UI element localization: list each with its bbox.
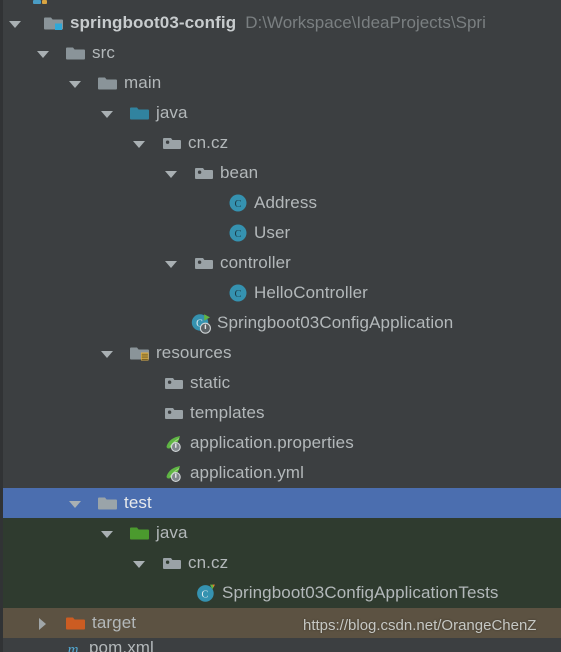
tree-row-label: main xyxy=(124,73,162,92)
tree-row-main[interactable]: main xyxy=(0,68,561,98)
tree-row-label: application.properties xyxy=(190,433,354,452)
folder-excluded-orange-icon xyxy=(65,612,87,634)
tree-row-label: cn.cz xyxy=(188,553,229,572)
tree-row-springboot03configapplicationtests[interactable]: C Springboot03ConfigApplicationTests xyxy=(0,578,561,608)
tree-row-java-test[interactable]: java xyxy=(0,518,561,548)
folder-test-green-icon xyxy=(129,522,151,544)
java-class-icon: C xyxy=(227,192,249,214)
tree-row-label: User xyxy=(254,223,291,242)
watermark-text: https://blog.csdn.net/OrangeChenZ xyxy=(303,617,537,634)
expand-arrow-down-icon[interactable] xyxy=(34,38,51,68)
package-icon xyxy=(161,552,183,574)
tree-row-application-properties[interactable]: application.properties xyxy=(0,428,561,458)
expand-arrow-down-icon[interactable] xyxy=(162,248,179,278)
tree-row-java-main[interactable]: java xyxy=(0,98,561,128)
maven-icon: m xyxy=(62,638,84,652)
tree-row-label: test xyxy=(124,493,152,512)
tree-row-label: java xyxy=(156,523,188,542)
tree-row-label: resources xyxy=(156,343,232,362)
tree-row-bean[interactable]: bean xyxy=(0,158,561,188)
expand-arrow-down-icon[interactable] xyxy=(66,68,83,98)
tree-row-static[interactable]: static xyxy=(0,368,561,398)
project-module-icon xyxy=(43,12,65,34)
tree-row-label: Springboot03ConfigApplicationTests xyxy=(222,583,499,602)
expand-arrow-down-icon[interactable] xyxy=(98,98,115,128)
tree-row-label: java xyxy=(156,103,188,122)
expand-arrow-down-icon[interactable] xyxy=(130,548,147,578)
tree-row-controller[interactable]: controller xyxy=(0,248,561,278)
tree-row-cn-cz-main[interactable]: cn.cz xyxy=(0,128,561,158)
tree-row-label: templates xyxy=(190,403,265,422)
tree-row-user[interactable]: C User xyxy=(0,218,561,248)
package-icon xyxy=(163,402,185,424)
expand-arrow-down-icon[interactable] xyxy=(98,338,115,368)
tree-row-label: application.yml xyxy=(190,463,304,482)
package-icon xyxy=(161,132,183,154)
folder-gray-icon xyxy=(97,72,119,94)
tree-row-label: target xyxy=(92,613,137,632)
tree-row-springboot03configapplication[interactable]: C Springboot03ConfigApplication xyxy=(0,308,561,338)
tree-row-label: cn.cz xyxy=(188,133,229,152)
tree-row-templates[interactable]: templates xyxy=(0,398,561,428)
spring-config-file-icon xyxy=(163,462,185,484)
folder-gray-icon xyxy=(65,42,87,64)
tree-row-label: src xyxy=(92,43,115,62)
tree-row-cn-cz-test[interactable]: cn.cz xyxy=(0,548,561,578)
expand-arrow-down-icon[interactable] xyxy=(130,128,147,158)
tree-row-label: controller xyxy=(220,253,291,272)
expand-arrow-down-icon[interactable] xyxy=(98,518,115,548)
tree-row-label: pom.xml xyxy=(89,638,154,652)
expand-arrow-down-icon[interactable] xyxy=(6,8,23,38)
tree-row-springboot03-config[interactable]: springboot03-config D:\Workspace\IdeaPro… xyxy=(0,8,561,38)
svg-text:C: C xyxy=(201,589,208,600)
tree-row-label: Address xyxy=(254,193,318,212)
tree-row-label: springboot03-config xyxy=(70,13,237,32)
folder-source-blue-icon xyxy=(129,102,151,124)
tree-row-src[interactable]: src xyxy=(0,38,561,68)
java-test-class-icon: C xyxy=(195,582,217,604)
spring-boot-run-class-icon: C xyxy=(190,312,212,334)
module-path-text: D:\Workspace\IdeaProjects\Spri xyxy=(245,13,486,32)
svg-text:C: C xyxy=(234,289,241,300)
tree-row-label: bean xyxy=(220,163,259,182)
tree-row-hellocontroller[interactable]: C HelloController xyxy=(0,278,561,308)
folder-resources-icon xyxy=(129,342,151,364)
tree-row-label: HelloController xyxy=(254,283,368,302)
tree-left-gutter xyxy=(0,0,3,652)
package-icon xyxy=(193,252,215,274)
expand-arrow-down-icon[interactable] xyxy=(162,158,179,188)
svg-text:C: C xyxy=(234,199,241,210)
tree-row-label: Springboot03ConfigApplication xyxy=(217,313,454,332)
tree-row-test[interactable]: test xyxy=(0,488,561,518)
svg-text:C: C xyxy=(234,229,241,240)
expand-arrow-right-icon[interactable] xyxy=(34,608,51,638)
java-class-icon: C xyxy=(227,222,249,244)
folder-gray-icon xyxy=(97,492,119,514)
tree-row-application-yml[interactable]: application.yml xyxy=(0,458,561,488)
tree-row-address[interactable]: C Address xyxy=(0,188,561,218)
expand-arrow-down-icon[interactable] xyxy=(66,488,83,518)
project-tool-window: springboot03-config D:\Workspace\IdeaPro… xyxy=(0,0,561,652)
module-icon xyxy=(30,0,52,8)
package-icon xyxy=(193,162,215,184)
project-tree[interactable]: springboot03-config D:\Workspace\IdeaPro… xyxy=(0,0,561,652)
tree-row-resources[interactable]: resources xyxy=(0,338,561,368)
tree-row-label: static xyxy=(190,373,231,392)
tree-row-pom-xml[interactable]: m pom.xml xyxy=(0,638,561,652)
svg-text:m: m xyxy=(68,642,79,652)
spring-config-file-icon xyxy=(163,432,185,454)
package-icon xyxy=(163,372,185,394)
java-class-icon: C xyxy=(227,282,249,304)
tree-row-partial-top[interactable] xyxy=(0,0,561,8)
